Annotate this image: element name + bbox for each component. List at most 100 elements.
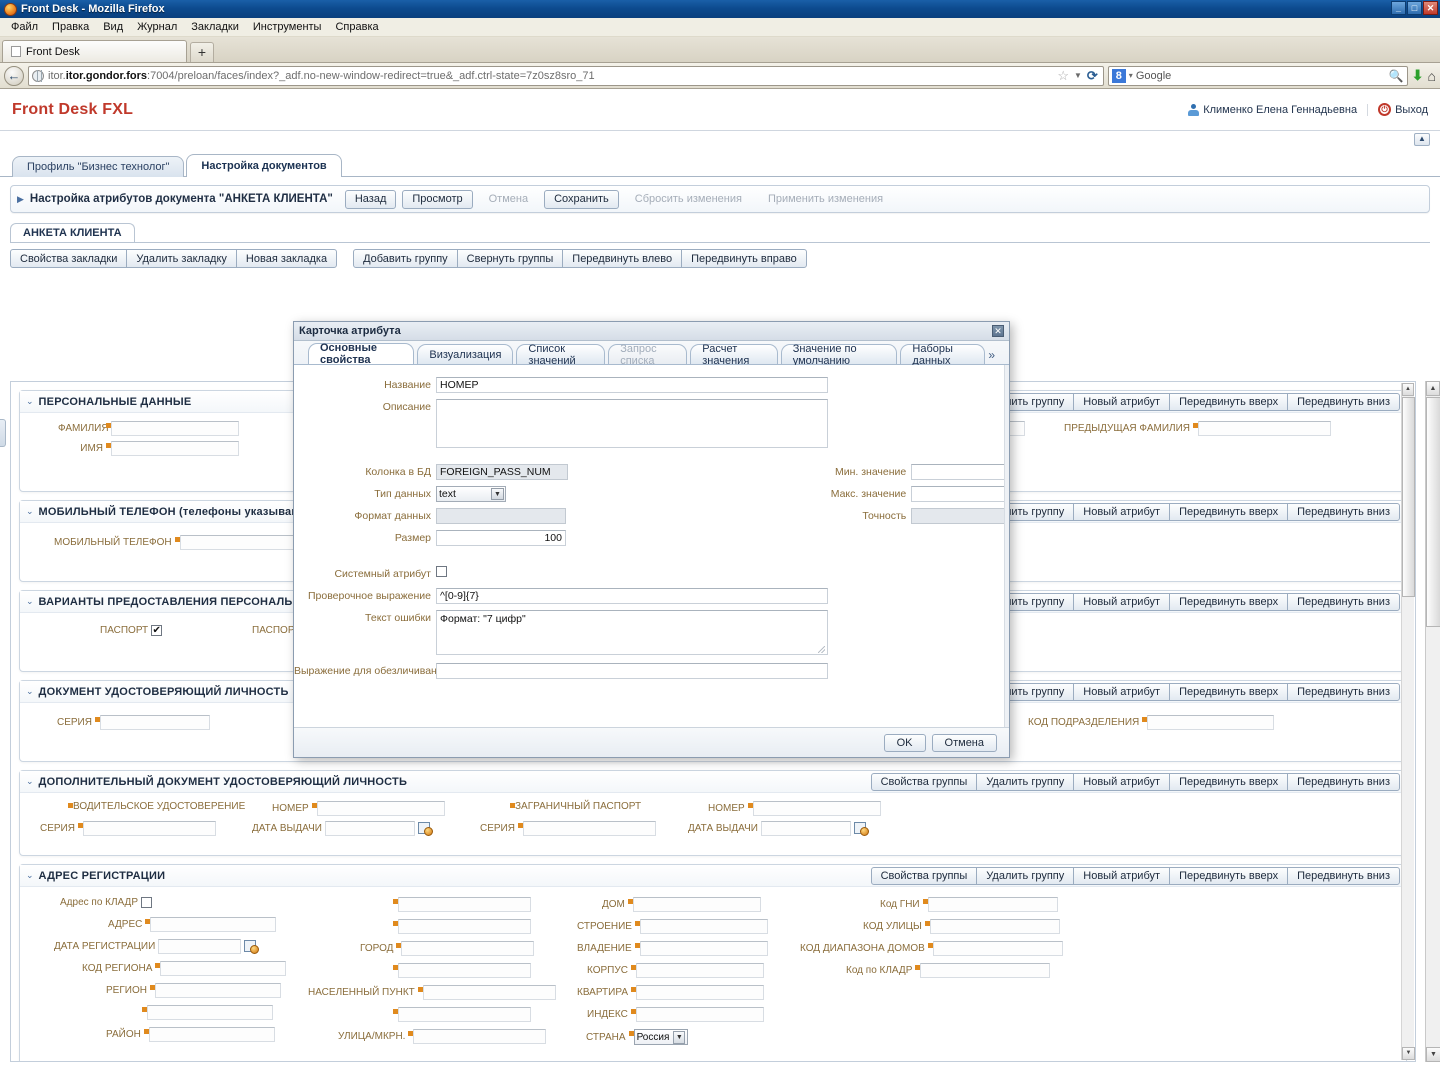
- street-extra-input[interactable]: [398, 1007, 531, 1022]
- bookmark-properties-button[interactable]: Свойства закладки: [10, 249, 128, 268]
- chevron-down-icon[interactable]: ⌄: [26, 506, 34, 517]
- page-scrollbar[interactable]: ▲ ▼: [1425, 381, 1440, 1062]
- chevron-down-icon[interactable]: ⌄: [26, 396, 34, 407]
- calendar-icon[interactable]: [853, 822, 869, 836]
- browser-tab[interactable]: Front Desk: [2, 40, 187, 62]
- city-extra1-input[interactable]: [398, 897, 531, 912]
- move-right-button[interactable]: Передвинуть вправо: [681, 249, 807, 268]
- more-tabs-icon[interactable]: »: [988, 348, 1001, 364]
- menu-tools[interactable]: Инструменты: [246, 19, 329, 35]
- db-column-input[interactable]: FOREIGN_PASS_NUM: [436, 464, 568, 480]
- delete-group-button[interactable]: Удалить группу: [976, 772, 1075, 791]
- address-input[interactable]: [150, 917, 277, 932]
- tab-value-list[interactable]: Список значений: [516, 343, 606, 367]
- minimize-button[interactable]: _: [1391, 1, 1406, 15]
- possession-input[interactable]: [639, 941, 768, 956]
- locality-input[interactable]: [422, 985, 556, 1000]
- firstname-input[interactable]: [111, 441, 239, 456]
- collapse-groups-button[interactable]: Свернуть группы: [456, 249, 564, 268]
- move-up-button[interactable]: Передвинуть вверх: [1169, 866, 1289, 885]
- move-up-button[interactable]: Передвинуть вверх: [1169, 682, 1289, 701]
- foreign-passport-date-input[interactable]: [760, 821, 851, 836]
- close-window-button[interactable]: ✕: [1423, 1, 1438, 15]
- resize-grip-icon[interactable]: [818, 646, 825, 653]
- calendar-icon[interactable]: [244, 940, 260, 954]
- menu-history[interactable]: Журнал: [130, 19, 184, 35]
- data-format-input[interactable]: [436, 508, 566, 524]
- size-input[interactable]: 100: [436, 530, 566, 546]
- reload-icon[interactable]: ⟳: [1087, 68, 1098, 84]
- region-input[interactable]: [154, 983, 281, 998]
- postal-index-input[interactable]: [635, 1007, 764, 1022]
- chevron-down-icon[interactable]: ▼: [491, 488, 504, 500]
- region-code-input[interactable]: [160, 961, 287, 976]
- attribute-description-textarea[interactable]: [436, 399, 828, 448]
- max-value-input[interactable]: [911, 486, 1009, 502]
- move-left-button[interactable]: Передвинуть влево: [562, 249, 683, 268]
- new-attribute-button[interactable]: Новый атрибут: [1073, 682, 1171, 701]
- street-input[interactable]: [413, 1029, 547, 1044]
- move-up-button[interactable]: Передвинуть вверх: [1169, 772, 1289, 791]
- house-input[interactable]: [632, 897, 761, 912]
- corpus-input[interactable]: [635, 963, 764, 978]
- move-down-button[interactable]: Передвинуть вниз: [1287, 592, 1400, 611]
- search-icon[interactable]: 🔍: [1389, 69, 1404, 83]
- current-user[interactable]: Клименко Елена Геннадьевна: [1178, 103, 1369, 116]
- new-attribute-button[interactable]: Новый атрибут: [1073, 772, 1171, 791]
- search-engine-chevron-icon[interactable]: ▾: [1129, 71, 1133, 80]
- driver-license-series-input[interactable]: [82, 821, 216, 836]
- search-engine-icon[interactable]: 8: [1111, 68, 1126, 83]
- new-attribute-button[interactable]: Новый атрибут: [1073, 866, 1171, 885]
- scroll-up-arrow-icon[interactable]: ▲: [1426, 381, 1440, 396]
- district-input[interactable]: [148, 1027, 275, 1042]
- form-inner-scrollbar[interactable]: ▲ ▼: [1401, 383, 1415, 1060]
- driver-license-number-input[interactable]: [316, 801, 445, 816]
- move-down-button[interactable]: Передвинуть вниз: [1287, 866, 1400, 885]
- delete-bookmark-button[interactable]: Удалить закладку: [126, 249, 237, 268]
- validation-expression-input[interactable]: ^[0-9]{7}: [436, 588, 828, 604]
- new-tab-button[interactable]: +: [190, 42, 214, 62]
- new-attribute-button[interactable]: Новый атрибут: [1073, 392, 1171, 411]
- group-properties-button[interactable]: Свойства группы: [870, 772, 978, 791]
- new-bookmark-button[interactable]: Новая закладка: [235, 249, 338, 268]
- chevron-down-icon[interactable]: ⌄: [26, 686, 34, 697]
- previous-surname-input[interactable]: [1197, 421, 1331, 436]
- kladr-code-input[interactable]: [920, 963, 1051, 978]
- tab-document-settings[interactable]: Настройка документов: [186, 154, 342, 177]
- min-value-input[interactable]: [911, 464, 1009, 480]
- menu-help[interactable]: Справка: [328, 19, 385, 35]
- tab-value-calculation[interactable]: Расчет значения: [690, 343, 778, 367]
- scroll-thumb[interactable]: [1426, 397, 1440, 627]
- move-down-button[interactable]: Передвинуть вниз: [1287, 682, 1400, 701]
- tab-default-value[interactable]: Значение по умолчанию: [780, 343, 898, 367]
- country-select[interactable]: Россия ▼: [633, 1029, 689, 1045]
- data-type-select[interactable]: text ▼: [436, 486, 506, 502]
- menu-file[interactable]: Файл: [4, 19, 45, 35]
- scroll-down-arrow-icon[interactable]: ▼: [1402, 1047, 1415, 1060]
- move-down-button[interactable]: Передвинуть вниз: [1287, 772, 1400, 791]
- region-extra-input[interactable]: [147, 1005, 273, 1020]
- gni-code-input[interactable]: [927, 897, 1058, 912]
- anonymize-expression-input[interactable]: [436, 663, 828, 679]
- url-bar[interactable]: itor.itor.gondor.fors:7004/preloan/faces…: [28, 65, 1104, 86]
- back-button[interactable]: Назад: [344, 189, 397, 209]
- chevron-down-icon[interactable]: ⌄: [26, 870, 34, 881]
- downloads-icon[interactable]: ⬇: [1412, 67, 1424, 84]
- save-button[interactable]: Сохранить: [544, 189, 619, 209]
- menu-bookmarks[interactable]: Закладки: [184, 19, 246, 35]
- add-group-button[interactable]: Добавить группу: [353, 249, 458, 268]
- driver-license-date-input[interactable]: [324, 821, 415, 836]
- kladr-address-checkbox[interactable]: [141, 897, 152, 908]
- collapse-panel-button[interactable]: ▲: [1414, 133, 1430, 146]
- tab-client-form[interactable]: АНКЕТА КЛИЕНТА: [10, 223, 135, 242]
- registration-date-input[interactable]: [158, 939, 242, 954]
- tab-profile[interactable]: Профиль "Бизнес технолог": [12, 156, 185, 177]
- city-input[interactable]: [401, 941, 535, 956]
- search-input[interactable]: Google: [1136, 70, 1386, 82]
- move-down-button[interactable]: Передвинуть вниз: [1287, 392, 1400, 411]
- new-attribute-button[interactable]: Новый атрибут: [1073, 502, 1171, 521]
- close-icon[interactable]: ✕: [992, 325, 1004, 337]
- apartment-input[interactable]: [636, 985, 765, 1000]
- move-down-button[interactable]: Передвинуть вниз: [1287, 502, 1400, 521]
- attribute-name-input[interactable]: НОМЕР: [436, 377, 828, 393]
